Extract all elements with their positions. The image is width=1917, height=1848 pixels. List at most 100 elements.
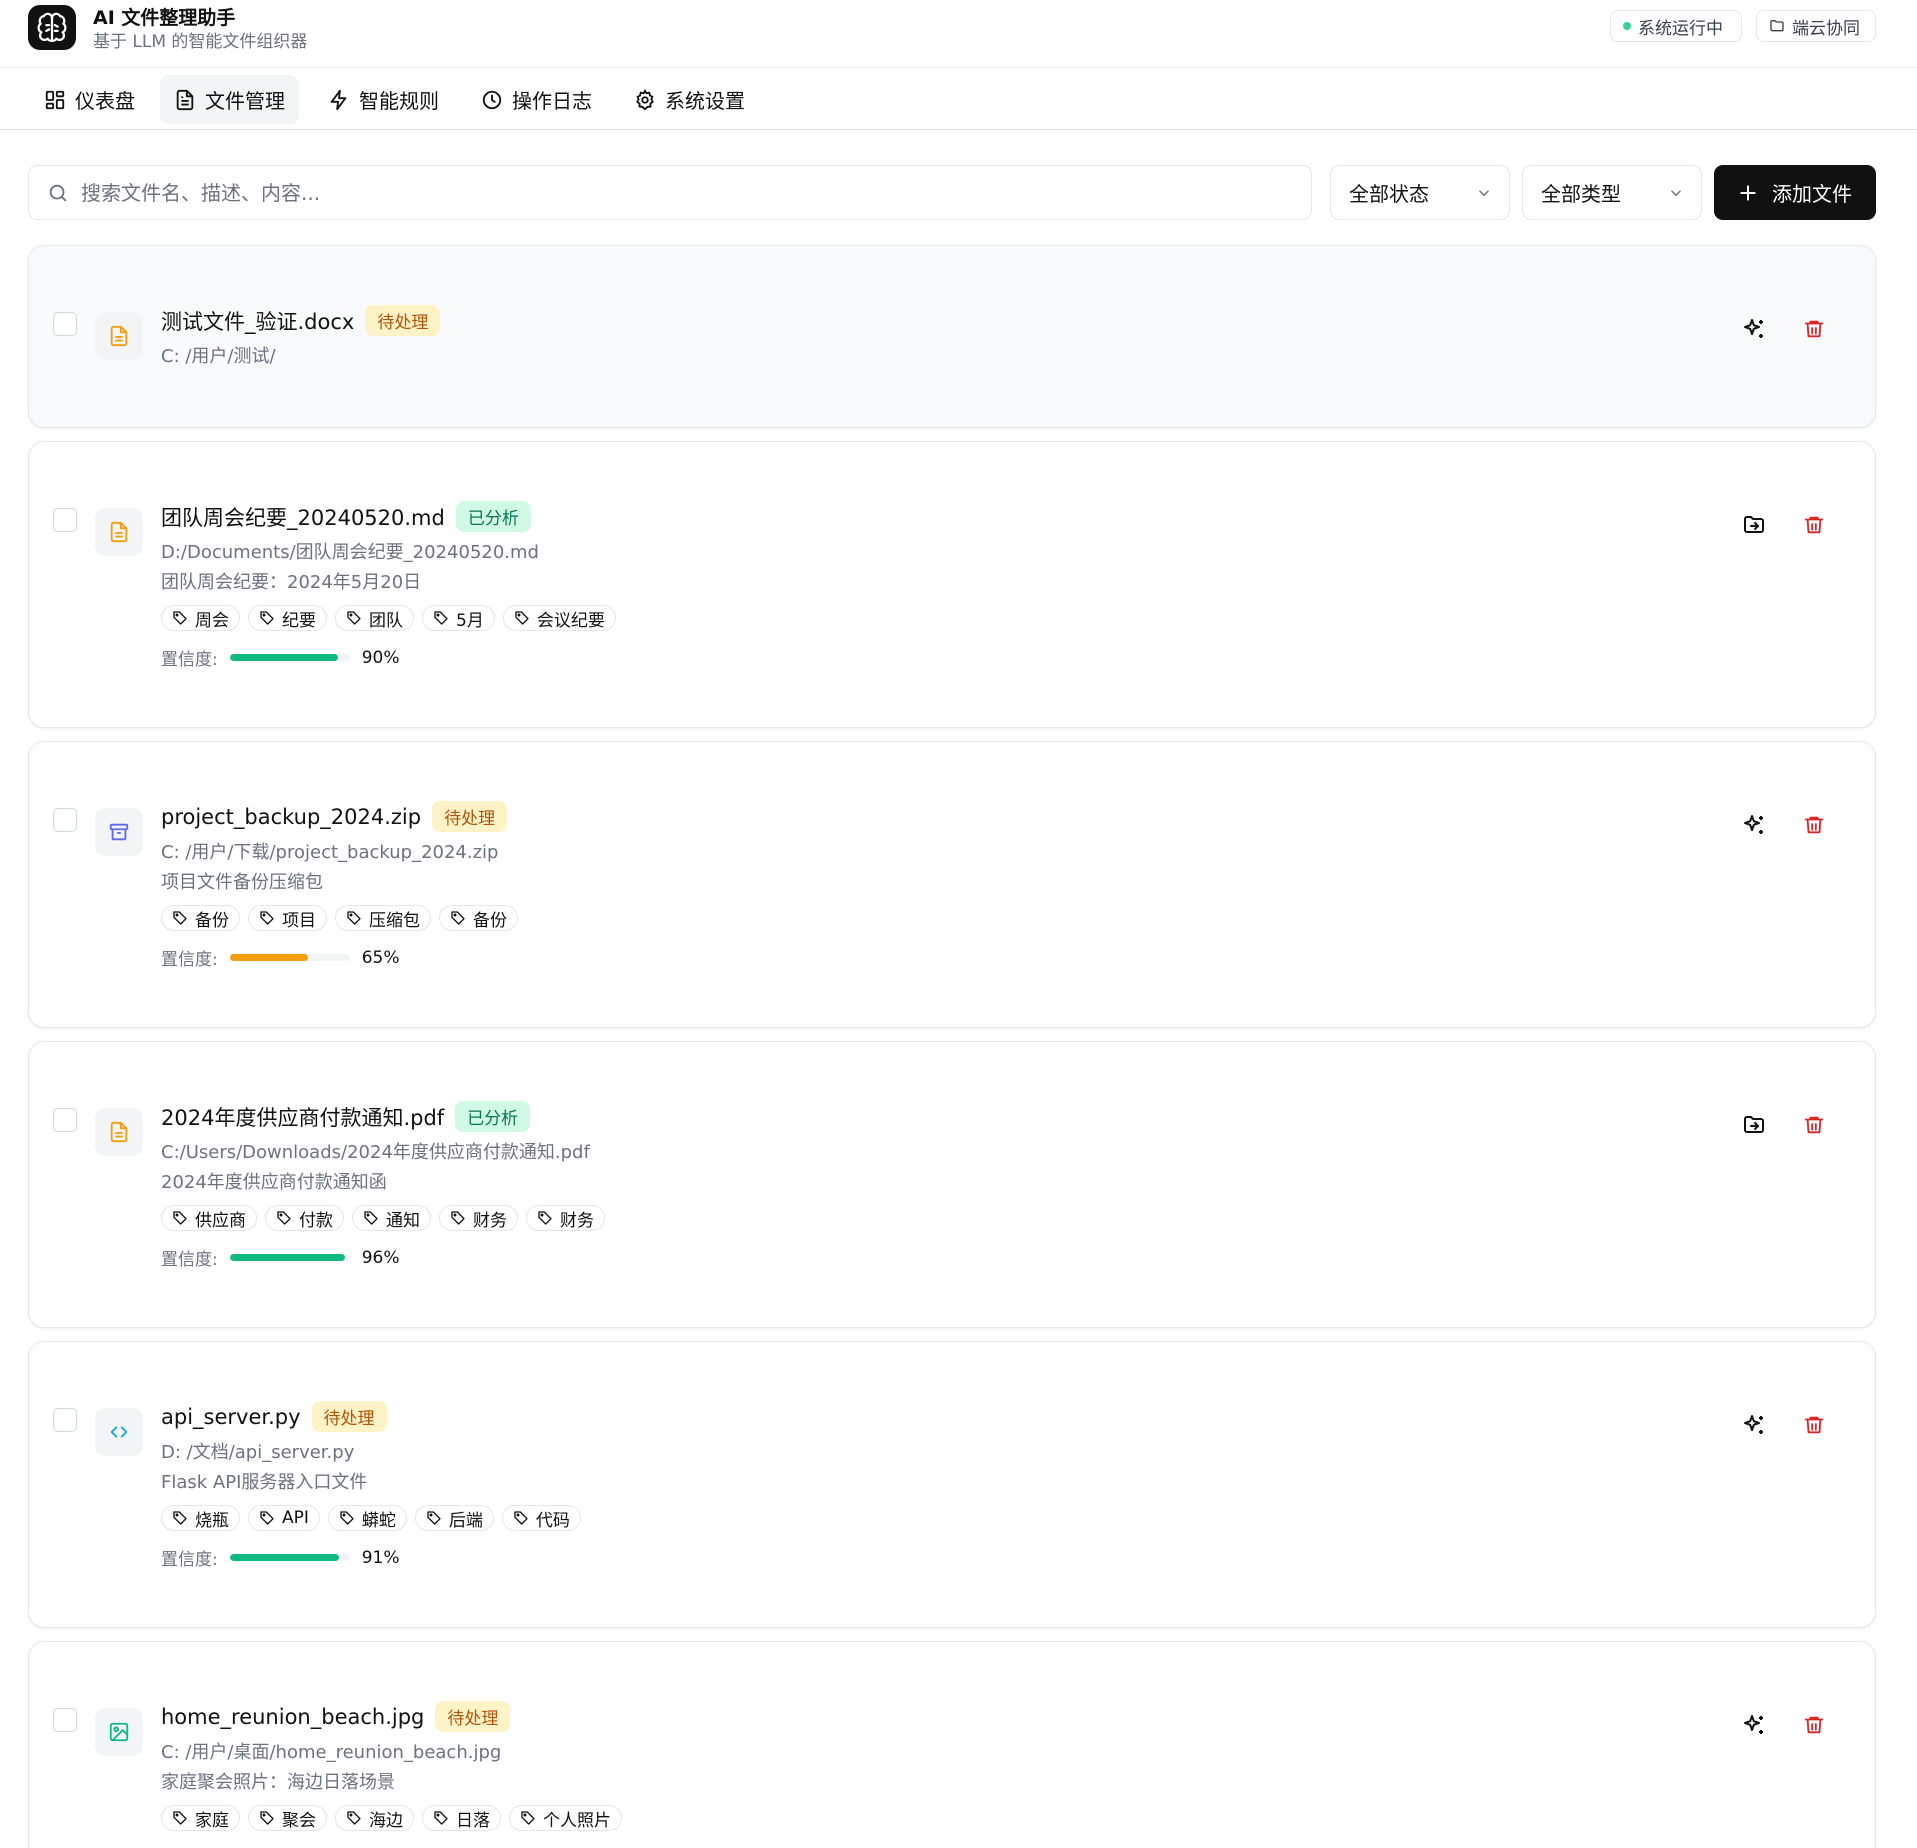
status-badge: 待处理 <box>311 1401 387 1432</box>
confidence-fill <box>229 1554 339 1561</box>
tag[interactable]: 团队 <box>335 605 414 631</box>
file-title-row: 2024年度供应商付款通知.pdf 已分析 <box>161 1101 531 1132</box>
tab-smart-rules-label: 智能规则 <box>359 89 439 113</box>
tag[interactable]: 聚会 <box>248 1805 327 1831</box>
file-select-checkbox[interactable] <box>53 1108 77 1132</box>
add-file-button[interactable]: 添加文件 <box>1714 165 1876 220</box>
tab-system-settings[interactable]: 系统设置 <box>620 75 759 124</box>
tag-icon <box>427 1511 441 1525</box>
tag[interactable]: 会议纪要 <box>502 605 616 631</box>
tag[interactable]: 5月 <box>422 605 495 631</box>
tag[interactable]: 日落 <box>422 1805 501 1831</box>
tag-label: 团队 <box>369 610 403 631</box>
tab-file-management[interactable]: 文件管理 <box>160 75 299 124</box>
file-name: home_reunion_beach.jpg <box>161 1704 425 1729</box>
file-select-checkbox[interactable] <box>53 508 77 532</box>
move-file-button[interactable] <box>1739 510 1769 540</box>
folder-icon <box>1770 20 1784 32</box>
tab-file-management-label: 文件管理 <box>205 89 285 113</box>
tag-icon <box>173 1511 187 1525</box>
type-filter-select[interactable]: 全部类型 <box>1522 165 1702 220</box>
tab-system-settings-label: 系统设置 <box>665 89 745 113</box>
analyze-button[interactable] <box>1739 1710 1769 1740</box>
tag-label: 家庭 <box>195 1810 229 1831</box>
trash-icon <box>1804 516 1824 534</box>
file-select-checkbox[interactable] <box>53 808 77 832</box>
file-card[interactable]: api_server.py 待处理 D: /文档/api_server.py F… <box>28 1341 1876 1628</box>
tag-label: 后端 <box>448 1510 483 1531</box>
tag-icon <box>347 1811 361 1825</box>
tag[interactable]: 通知 <box>352 1205 431 1231</box>
tag[interactable]: 财务 <box>439 1205 518 1231</box>
tag[interactable]: 压缩包 <box>335 905 431 931</box>
file-card[interactable]: project_backup_2024.zip 待处理 C: /用户/下载/pr… <box>28 741 1876 1028</box>
tag[interactable]: 项目 <box>248 905 327 931</box>
trash-icon <box>1804 320 1824 338</box>
file-title-row: api_server.py 待处理 <box>161 1401 387 1432</box>
tag[interactable]: 财务 <box>526 1205 605 1231</box>
tag[interactable]: 海边 <box>335 1805 414 1831</box>
cloud-sync-button[interactable]: 端云协同 <box>1756 10 1876 42</box>
tag-label: 代码 <box>535 1510 570 1531</box>
trash-icon <box>1804 816 1824 834</box>
sparkles-icon <box>1744 319 1763 338</box>
tag[interactable]: 代码 <box>501 1505 581 1531</box>
file-card[interactable]: home_reunion_beach.jpg 待处理 C: /用户/桌面/hom… <box>28 1641 1876 1848</box>
tag-list: 周会 纪要 团队 5月 会议纪要 <box>161 605 616 631</box>
tab-dashboard[interactable]: 仪表盘 <box>30 75 149 124</box>
tag[interactable]: 烧瓶 <box>161 1505 240 1531</box>
analyze-button[interactable] <box>1739 314 1769 344</box>
file-path: C: /用户/桌面/home_reunion_beach.jpg <box>161 1742 502 1763</box>
type-filter-value: 全部类型 <box>1541 182 1621 206</box>
confidence-bar <box>229 1554 350 1561</box>
tag[interactable]: API <box>248 1505 320 1531</box>
trash-icon <box>1804 1116 1824 1134</box>
file-select-checkbox[interactable] <box>53 1408 77 1432</box>
tag[interactable]: 蟒蛇 <box>327 1505 407 1531</box>
tag-icon <box>451 911 465 925</box>
tag[interactable]: 付款 <box>265 1205 344 1231</box>
tag-icon <box>347 911 361 925</box>
file-card[interactable]: 测试文件_验证.docx 待处理 C: /用户/测试/ <box>28 245 1876 428</box>
status-filter-select[interactable]: 全部状态 <box>1330 165 1510 220</box>
delete-button[interactable] <box>1799 510 1829 540</box>
tag[interactable]: 后端 <box>414 1505 494 1531</box>
delete-button[interactable] <box>1799 1410 1829 1440</box>
delete-button[interactable] <box>1799 810 1829 840</box>
file-path: D: /文档/api_server.py <box>161 1442 355 1463</box>
search-input[interactable] <box>81 180 1261 205</box>
file-card[interactable]: 团队周会纪要_20240520.md 已分析 D:/Documents/团队周会… <box>28 441 1876 728</box>
search-box[interactable] <box>28 165 1312 220</box>
status-badge: 待处理 <box>365 305 441 336</box>
delete-button[interactable] <box>1799 1110 1829 1140</box>
tag[interactable]: 备份 <box>439 905 518 931</box>
move-file-button[interactable] <box>1739 1110 1769 1140</box>
tag[interactable]: 个人照片 <box>509 1805 622 1831</box>
tag[interactable]: 家庭 <box>161 1805 240 1831</box>
tag[interactable]: 纪要 <box>248 605 327 631</box>
tag-list: 家庭 聚会 海边 日落 个人照片 <box>161 1805 622 1831</box>
tab-smart-rules[interactable]: 智能规则 <box>314 75 453 124</box>
delete-button[interactable] <box>1799 1710 1829 1740</box>
file-card[interactable]: 2024年度供应商付款通知.pdf 已分析 C:/Users/Downloads… <box>28 1041 1876 1328</box>
tag[interactable]: 备份 <box>161 905 240 931</box>
tag-icon <box>521 1811 535 1825</box>
tag-label: 项目 <box>282 910 316 931</box>
file-select-checkbox[interactable] <box>53 1708 77 1732</box>
image-icon <box>95 1708 143 1756</box>
analyze-button[interactable] <box>1739 1410 1769 1440</box>
file-select-checkbox[interactable] <box>53 312 77 336</box>
confidence-label: 置信度: <box>161 1550 218 1570</box>
tab-operation-log[interactable]: 操作日志 <box>467 75 606 124</box>
confidence-value: 91% <box>361 1547 400 1568</box>
analyze-button[interactable] <box>1739 810 1769 840</box>
tag-icon <box>434 1811 448 1825</box>
tag[interactable]: 周会 <box>161 605 240 631</box>
delete-button[interactable] <box>1799 314 1829 344</box>
tag[interactable]: 供应商 <box>161 1205 257 1231</box>
tag-label: 聚会 <box>282 1810 316 1831</box>
confidence-fill <box>229 654 338 661</box>
main-nav: 仪表盘 文件管理 智能规则 操作日志 系统设置 <box>0 69 1917 130</box>
confidence-label: 置信度: <box>161 650 218 670</box>
confidence-value: 65% <box>361 947 400 968</box>
